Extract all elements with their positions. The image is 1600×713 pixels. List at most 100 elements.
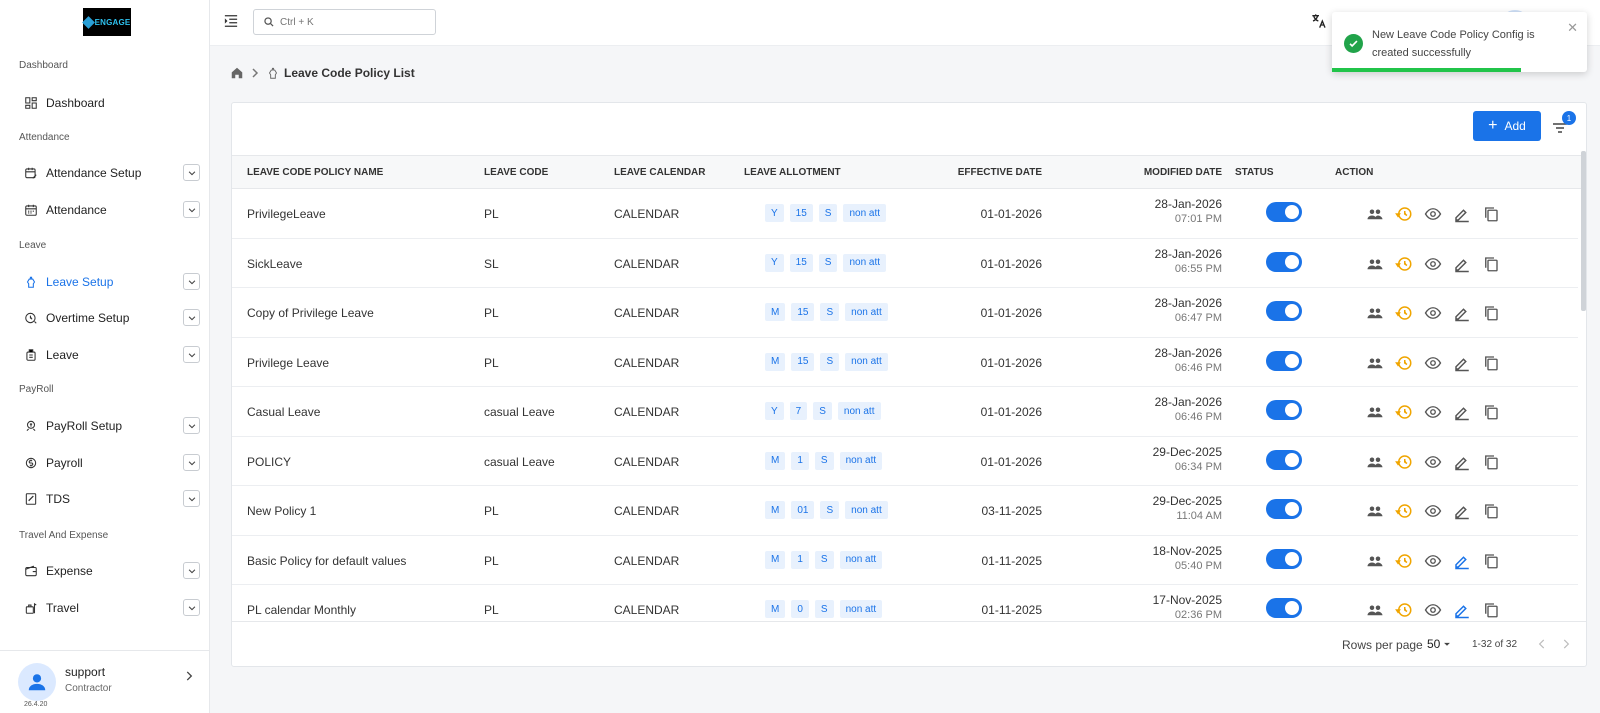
copy-icon[interactable] — [1481, 204, 1501, 224]
toast-close-icon[interactable]: ✕ — [1567, 20, 1578, 36]
history-icon[interactable] — [1394, 501, 1414, 521]
assign-users-icon[interactable] — [1365, 551, 1385, 571]
history-icon[interactable] — [1394, 353, 1414, 373]
status-toggle[interactable] — [1266, 251, 1302, 272]
chevron-down-icon[interactable] — [183, 346, 200, 363]
chevron-down-icon[interactable] — [183, 164, 200, 181]
sidebar-item-attendance[interactable]: Attendance — [12, 196, 204, 224]
search-box[interactable] — [253, 9, 436, 35]
assign-users-icon[interactable] — [1365, 402, 1385, 422]
chevron-down-icon[interactable] — [183, 309, 200, 326]
add-button[interactable]: + Add — [1473, 111, 1541, 141]
view-icon[interactable] — [1423, 204, 1443, 224]
copy-icon[interactable] — [1481, 452, 1501, 472]
history-icon[interactable] — [1394, 600, 1414, 620]
assign-users-icon[interactable] — [1365, 254, 1385, 274]
sidebar-item-leave-setup[interactable]: Leave Setup — [12, 268, 204, 296]
status-toggle[interactable] — [1266, 598, 1302, 618]
column-header[interactable]: LEAVE CODE — [484, 167, 548, 178]
edit-icon[interactable] — [1452, 551, 1472, 571]
menu-collapse-icon[interactable] — [224, 14, 238, 28]
sidebar-item-leave[interactable]: Leave — [12, 341, 204, 369]
view-icon[interactable] — [1423, 254, 1443, 274]
history-icon[interactable] — [1394, 452, 1414, 472]
translate-icon[interactable] — [1311, 13, 1327, 29]
chevron-down-icon[interactable] — [183, 454, 200, 471]
status-toggle[interactable] — [1266, 449, 1302, 470]
column-header[interactable]: LEAVE ALLOTMENT — [744, 167, 841, 178]
assign-users-icon[interactable] — [1365, 303, 1385, 323]
status-toggle[interactable] — [1266, 499, 1302, 519]
search-input[interactable] — [280, 16, 430, 28]
user-profile[interactable]: support Contractor 26.4.20 — [0, 650, 210, 713]
rows-per-page-select[interactable]: 50 — [1427, 637, 1454, 651]
assign-users-icon[interactable] — [1365, 353, 1385, 373]
edit-icon[interactable] — [1452, 254, 1472, 274]
edit-icon[interactable] — [1452, 501, 1472, 521]
view-icon[interactable] — [1423, 452, 1443, 472]
assign-users-icon[interactable] — [1365, 204, 1385, 224]
chevron-down-icon[interactable] — [183, 562, 200, 579]
next-page-icon[interactable] — [1559, 637, 1573, 651]
status-toggle[interactable] — [1266, 301, 1302, 321]
sidebar-item-overtime-setup[interactable]: Overtime Setup — [12, 304, 204, 332]
sidebar-item-payroll[interactable]: Payroll — [12, 449, 204, 477]
status-toggle[interactable] — [1266, 548, 1302, 569]
table-scrollbar[interactable] — [1581, 151, 1586, 311]
view-icon[interactable] — [1423, 402, 1443, 422]
sidebar-item-payroll-setup[interactable]: PayRoll Setup — [12, 412, 204, 440]
copy-icon[interactable] — [1481, 254, 1501, 274]
table-row[interactable]: Privilege Leave PL CALENDAR M 15 Snon att 01-0… — [232, 338, 1578, 387]
history-icon[interactable] — [1394, 303, 1414, 323]
history-icon[interactable] — [1394, 254, 1414, 274]
view-icon[interactable] — [1423, 551, 1443, 571]
sidebar-item-expense[interactable]: Expense — [12, 557, 204, 585]
assign-users-icon[interactable] — [1365, 501, 1385, 521]
view-icon[interactable] — [1423, 600, 1443, 620]
copy-icon[interactable] — [1481, 303, 1501, 323]
edit-icon[interactable] — [1452, 600, 1472, 620]
table-row[interactable]: SickLeave SL CALENDAR Y 15 Snon att 01-01-2026… — [232, 239, 1578, 288]
sidebar-item-dashboard[interactable]: Dashboard — [12, 89, 204, 117]
chevron-down-icon[interactable] — [183, 490, 200, 507]
column-header[interactable]: LEAVE CODE POLICY NAME — [247, 167, 383, 178]
copy-icon[interactable] — [1481, 501, 1501, 521]
edit-icon[interactable] — [1452, 204, 1472, 224]
column-header[interactable]: EFFECTIVE DATE — [932, 167, 1042, 178]
copy-icon[interactable] — [1481, 600, 1501, 620]
table-row[interactable]: PrivilegeLeave PL CALENDAR Y 15 Snon att 01-01… — [232, 189, 1578, 239]
assign-users-icon[interactable] — [1365, 452, 1385, 472]
previous-page-icon[interactable] — [1535, 637, 1549, 651]
edit-icon[interactable] — [1452, 452, 1472, 472]
history-icon[interactable] — [1394, 551, 1414, 571]
edit-icon[interactable] — [1452, 402, 1472, 422]
chevron-down-icon[interactable] — [183, 273, 200, 290]
copy-icon[interactable] — [1481, 353, 1501, 373]
history-icon[interactable] — [1394, 402, 1414, 422]
column-header[interactable]: MODIFIED DATE — [1112, 167, 1222, 178]
copy-icon[interactable] — [1481, 551, 1501, 571]
table-row[interactable]: Basic Policy for default values PL CALENDA… — [232, 536, 1578, 585]
status-toggle[interactable] — [1266, 202, 1302, 222]
sidebar-item-travel[interactable]: Travel — [12, 594, 204, 622]
edit-icon[interactable] — [1452, 353, 1472, 373]
view-icon[interactable] — [1423, 353, 1443, 373]
view-icon[interactable] — [1423, 303, 1443, 323]
copy-icon[interactable] — [1481, 402, 1501, 422]
table-row[interactable]: PL calendar Monthly PL CALENDAR M 0 Snon att 0… — [232, 585, 1578, 621]
table-row[interactable]: POLICY casual Leave CALENDAR M 1 Snon att 01-0… — [232, 437, 1578, 486]
edit-icon[interactable] — [1452, 303, 1472, 323]
column-header[interactable]: LEAVE CALENDAR — [614, 167, 705, 178]
status-toggle[interactable] — [1266, 400, 1302, 420]
chevron-down-icon[interactable] — [183, 599, 200, 616]
chevron-down-icon[interactable] — [183, 417, 200, 434]
sidebar-item-attendance-setup[interactable]: Attendance Setup — [12, 159, 204, 187]
status-toggle[interactable] — [1266, 350, 1302, 371]
column-header[interactable]: ACTION — [1335, 167, 1373, 178]
table-row[interactable]: Casual Leave casual Leave CALENDAR Y 7 Snon a… — [232, 387, 1578, 437]
chevron-down-icon[interactable] — [183, 201, 200, 218]
filter-button[interactable]: 1 — [1552, 111, 1576, 139]
app-logo[interactable]: ENGAGE — [81, 8, 131, 36]
column-header[interactable]: STATUS — [1235, 167, 1274, 178]
table-row[interactable]: New Policy 1 PL CALENDAR M 01 Snon att 03-11-2… — [232, 486, 1578, 536]
